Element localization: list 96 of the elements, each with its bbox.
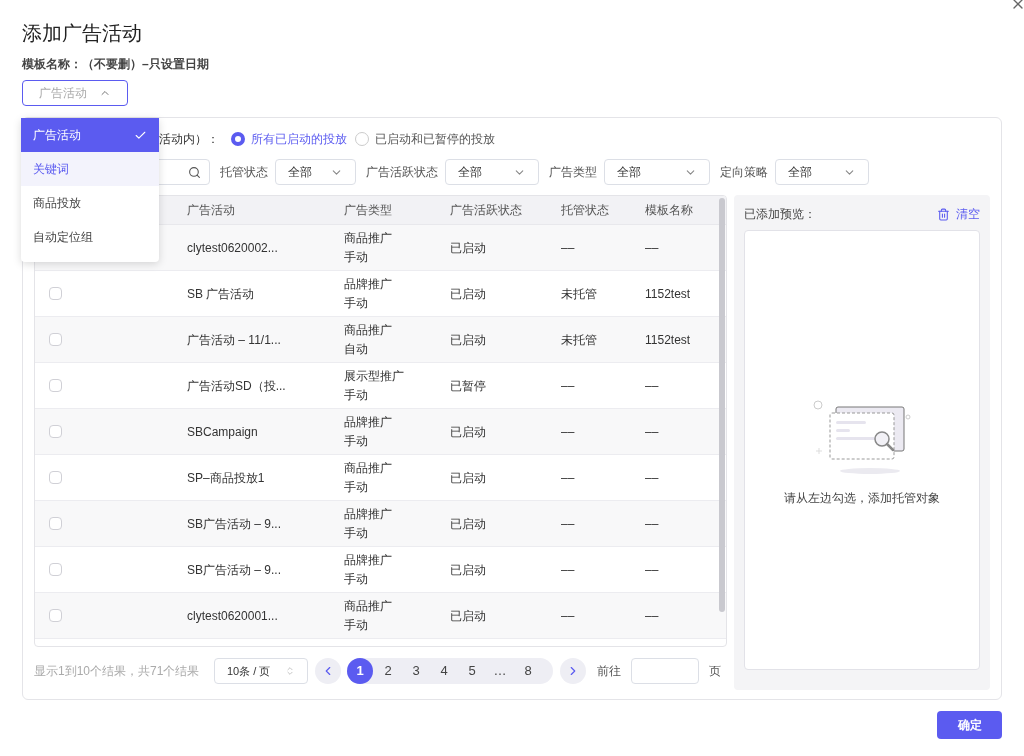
page-input[interactable] <box>631 658 699 684</box>
table-cell-text: clytest0620001... <box>187 607 279 625</box>
trash-icon <box>937 207 950 221</box>
filter-label: 定向策略 <box>720 164 768 181</box>
row-checkbox[interactable] <box>49 333 62 346</box>
dropdown-item[interactable]: 关键词 <box>21 152 159 186</box>
table-cell-text: 广告活动SD（投... <box>187 377 287 395</box>
table-cell-text: 已启动 <box>450 607 487 625</box>
table-cell-text: –– <box>645 607 660 625</box>
table-cell-text: 商品推广 手动 <box>344 597 393 634</box>
table-cell-text: –– <box>561 607 576 625</box>
filter-label: 广告活跃状态 <box>366 164 438 181</box>
table-cell-text: 已启动 <box>450 423 487 441</box>
filter-select[interactable]: 全部 <box>275 159 356 185</box>
page-button[interactable]: 3 <box>403 658 429 684</box>
table-cell-text: –– <box>561 377 576 395</box>
table-cell-text: –– <box>561 469 576 487</box>
table-cell-text: 广告活动 – 11/1... <box>187 331 282 349</box>
row-checkbox[interactable] <box>49 379 62 392</box>
row-checkbox[interactable] <box>49 425 62 438</box>
table-cell-text: 商品推广 手动 <box>344 459 393 496</box>
dropdown-item[interactable]: 商品投放 <box>21 186 159 220</box>
scope-radio[interactable]: 已启动和已暂停的投放 <box>355 130 495 148</box>
table-cell-text: SBCampaign <box>187 423 259 441</box>
table-cell-text: 已启动 <box>450 469 487 487</box>
row-checkbox[interactable] <box>49 471 62 484</box>
next-page-button[interactable] <box>560 658 586 684</box>
table-cell-text: –– <box>645 423 660 441</box>
column-header: 托管状态 <box>561 202 610 219</box>
column-header: 广告活跃状态 <box>450 202 523 219</box>
page-size-select[interactable]: 10条 / 页 <box>214 658 308 684</box>
page-button[interactable]: … <box>487 658 513 684</box>
filter-label: 托管状态 <box>220 164 268 181</box>
row-checkbox[interactable] <box>49 563 62 576</box>
window-title: 添加广告活动 <box>22 21 143 46</box>
table-cell-text: 已启动 <box>450 515 487 533</box>
table-cell-text: 已启动 <box>450 331 487 349</box>
table-cell-text: SB广告活动 – 9... <box>187 561 283 579</box>
table-cell-text: 已启动 <box>450 561 487 579</box>
scope-radio[interactable]: 所有已启动的投放 <box>231 130 347 148</box>
table-cell-text: 未托管 <box>561 331 598 349</box>
table-cell-text: 品牌推广 手动 <box>344 413 393 450</box>
table-cell-text: 已启动 <box>450 239 487 257</box>
table-cell-text: 已暂停 <box>450 377 487 395</box>
table-cell-text: 商品推广 手动 <box>344 229 393 266</box>
table-cell-text: –– <box>561 561 576 579</box>
table-cell-text: 品牌推广 手动 <box>344 551 393 588</box>
previous-page-button[interactable] <box>315 658 341 684</box>
table-cell-text: SB 广告活动 <box>187 285 256 303</box>
scope-label: 活动内）： <box>159 131 219 148</box>
empty-message: 请从左边勾选，添加托管对象 <box>783 490 940 507</box>
table-cell-text: –– <box>561 239 576 257</box>
table-cell-text: –– <box>561 515 576 533</box>
table-cell-text: 1152test <box>645 285 692 303</box>
result-summary: 显示1到10个结果，共71个结果 <box>34 663 201 680</box>
table-cell-text: –– <box>645 561 660 579</box>
column-header: 广告类型 <box>344 202 393 219</box>
table-cell-text: –– <box>645 469 660 487</box>
table-cell-text: clytest0620002... <box>187 239 279 257</box>
table-cell-text: 已启动 <box>450 285 487 303</box>
row-checkbox[interactable] <box>49 517 62 530</box>
preview-title: 已添加预览： <box>743 206 816 223</box>
confirm-button[interactable]: 确定 <box>937 711 1002 739</box>
page-button[interactable]: 4 <box>431 658 457 684</box>
table-cell-text: –– <box>561 423 576 441</box>
page-button[interactable]: 2 <box>375 658 401 684</box>
table-cell-text: 展示型推广 手动 <box>344 367 405 404</box>
table-cell-text: 1152test <box>645 331 692 349</box>
table-cell-text: –– <box>645 239 660 257</box>
page-button[interactable]: 1 <box>347 658 373 684</box>
table-cell-text: 品牌推广 手动 <box>344 275 393 312</box>
dropdown-item[interactable]: 广告活动 <box>21 118 159 152</box>
sort-arrows-icon <box>285 666 295 676</box>
table-cell-text: 品牌推广 手动 <box>344 505 393 542</box>
dropdown-item[interactable]: 自动定位组 <box>21 220 159 254</box>
row-checkbox[interactable] <box>49 287 62 300</box>
table-cell-text: SP–商品投放1 <box>187 469 266 487</box>
goto-label: 前往 <box>597 663 621 680</box>
page-button[interactable]: 8 <box>515 658 541 684</box>
table-cell-text: 商品推广 自动 <box>344 321 393 358</box>
filter-select[interactable]: 全部 <box>445 159 539 185</box>
table-cell-text: 未托管 <box>561 285 598 303</box>
clear-button[interactable]: 清空 <box>937 205 980 223</box>
filter-label: 广告类型 <box>549 164 597 181</box>
page-unit-label: 页 <box>709 663 721 680</box>
column-header: 广告活动 <box>187 202 236 219</box>
table-cell-text: SB广告活动 – 9... <box>187 515 283 533</box>
search-icon <box>188 165 201 179</box>
column-header: 模板名称 <box>645 202 694 219</box>
table-cell-text: –– <box>645 377 660 395</box>
filter-select[interactable]: 全部 <box>604 159 710 185</box>
filter-select[interactable]: 全部 <box>775 159 869 185</box>
table-cell-text: –– <box>645 515 660 533</box>
row-checkbox[interactable] <box>49 609 62 622</box>
template-label: 模板名称：（不要删）–只设置日期 <box>22 56 210 72</box>
page-button[interactable]: 5 <box>459 658 485 684</box>
